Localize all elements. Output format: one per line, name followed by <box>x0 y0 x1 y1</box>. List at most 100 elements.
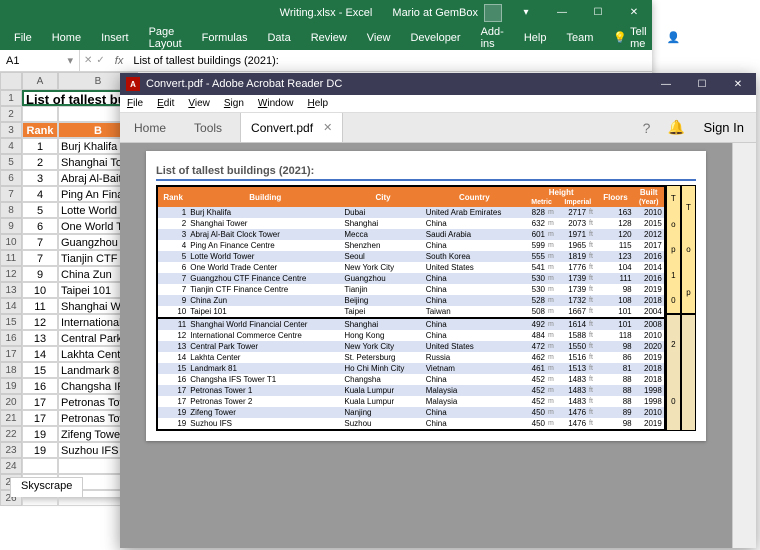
sheet-tab[interactable]: Skyscrape <box>10 477 83 497</box>
ribbon-tab-formulas[interactable]: Formulas <box>192 25 258 50</box>
tab-tools[interactable]: Tools <box>180 113 236 142</box>
row-header[interactable]: 14 <box>0 298 22 314</box>
menu-window[interactable]: Window <box>251 98 301 109</box>
help-icon[interactable]: ? <box>632 113 662 142</box>
close-icon[interactable]: ✕ <box>720 73 756 95</box>
menu-edit[interactable]: Edit <box>150 98 181 109</box>
row-header[interactable]: 23 <box>0 442 22 458</box>
cell[interactable]: 9 <box>22 266 58 282</box>
row-header[interactable]: 17 <box>0 346 22 362</box>
row-header[interactable]: 9 <box>0 218 22 234</box>
cell[interactable]: 17 <box>22 394 58 410</box>
row-header[interactable]: 15 <box>0 314 22 330</box>
fx-icon[interactable]: fx <box>109 55 130 67</box>
cell[interactable]: 4 <box>22 186 58 202</box>
row-header[interactable]: 18 <box>0 362 22 378</box>
menu-view[interactable]: View <box>181 98 217 109</box>
tell-me[interactable]: 💡 Tell me <box>603 25 656 50</box>
acrobat-viewport[interactable]: List of tallest buildings (2021): Rank B… <box>120 143 756 548</box>
row-header[interactable]: 21 <box>0 410 22 426</box>
signin-button[interactable]: Sign In <box>692 113 756 142</box>
row-header[interactable]: 5 <box>0 154 22 170</box>
row-header[interactable]: 6 <box>0 170 22 186</box>
acrobat-tools-pane[interactable] <box>732 143 756 548</box>
row-header[interactable]: 8 <box>0 202 22 218</box>
cell[interactable]: 12 <box>22 314 58 330</box>
cell[interactable] <box>22 458 58 474</box>
cell[interactable]: 3 <box>22 170 58 186</box>
document-tab[interactable]: Convert.pdf ✕ <box>240 113 343 142</box>
row-header[interactable]: 12 <box>0 266 22 282</box>
ribbon-tab-team[interactable]: Team <box>556 25 603 50</box>
row-header[interactable]: 19 <box>0 378 22 394</box>
ribbon-tab-home[interactable]: Home <box>42 25 91 50</box>
cell[interactable]: 13 <box>22 330 58 346</box>
cell[interactable]: Rank <box>22 122 58 138</box>
row-header[interactable]: 4 <box>0 138 22 154</box>
row-header[interactable]: 3 <box>0 122 22 138</box>
pdf-page: List of tallest buildings (2021): Rank B… <box>146 151 706 441</box>
cell[interactable]: 16 <box>22 378 58 394</box>
cell[interactable]: 5 <box>22 202 58 218</box>
select-all[interactable] <box>0 72 22 90</box>
pdf-side-column: Top10 20 <box>666 185 681 431</box>
ribbon-tab-file[interactable]: File <box>4 25 42 50</box>
bell-icon[interactable]: 🔔 <box>662 113 692 142</box>
enter-icon[interactable]: ✓ <box>96 55 104 66</box>
close-icon[interactable]: ✕ <box>616 0 652 25</box>
minimize-icon[interactable]: — <box>544 0 580 25</box>
row-header[interactable]: 7 <box>0 186 22 202</box>
excel-title: Writing.xlsx - Excel <box>280 7 373 19</box>
ribbon-tab-developer[interactable]: Developer <box>400 25 470 50</box>
cell[interactable]: 15 <box>22 362 58 378</box>
cell[interactable]: 6 <box>22 218 58 234</box>
share-button[interactable]: 👤 Share <box>657 25 723 50</box>
row-header[interactable]: 20 <box>0 394 22 410</box>
row-header[interactable]: 13 <box>0 282 22 298</box>
cell[interactable]: 17 <box>22 410 58 426</box>
menu-file[interactable]: File <box>120 98 150 109</box>
menu-sign[interactable]: Sign <box>217 98 251 109</box>
maximize-icon[interactable]: ☐ <box>580 0 616 25</box>
cell[interactable] <box>22 106 58 122</box>
row-header[interactable]: 2 <box>0 106 22 122</box>
close-tab-icon[interactable]: ✕ <box>323 121 332 134</box>
tab-home[interactable]: Home <box>120 113 180 142</box>
cell[interactable]: 11 <box>22 298 58 314</box>
ribbon-tab-add-ins[interactable]: Add-ins <box>471 25 514 50</box>
cell[interactable]: 7 <box>22 250 58 266</box>
table-row: 13Central Park TowerNew York CityUnited … <box>157 341 665 352</box>
excel-user[interactable]: Mario at GemBox <box>392 4 502 22</box>
menu-help[interactable]: Help <box>301 98 336 109</box>
row-header[interactable]: 22 <box>0 426 22 442</box>
row-header[interactable]: 11 <box>0 250 22 266</box>
cell[interactable]: 7 <box>22 234 58 250</box>
cancel-icon[interactable]: ✕ <box>84 55 92 66</box>
ribbon-tab-help[interactable]: Help <box>514 25 557 50</box>
ribbon-options-icon[interactable]: ▾ <box>508 0 544 25</box>
name-box[interactable]: A1▾ <box>0 50 80 71</box>
row-header[interactable]: 10 <box>0 234 22 250</box>
row-header[interactable]: 24 <box>0 458 22 474</box>
ribbon-tab-data[interactable]: Data <box>257 25 300 50</box>
ribbon-tab-page-layout[interactable]: Page Layout <box>139 25 192 50</box>
maximize-icon[interactable]: ☐ <box>684 73 720 95</box>
table-row: 17Petronas Tower 2Kuala LumpurMalaysia45… <box>157 396 665 407</box>
row-header[interactable]: 16 <box>0 330 22 346</box>
ribbon-tab-insert[interactable]: Insert <box>91 25 139 50</box>
table-row: 5Lotte World TowerSeoulSouth Korea555m18… <box>157 251 665 262</box>
cell[interactable]: 2 <box>22 154 58 170</box>
cell[interactable]: 19 <box>22 442 58 458</box>
formula-input[interactable]: List of tallest buildings (2021): <box>129 55 652 67</box>
cell[interactable]: 10 <box>22 282 58 298</box>
cell[interactable]: 19 <box>22 426 58 442</box>
cell[interactable]: 1 <box>22 138 58 154</box>
row-header[interactable]: 1 <box>0 90 22 106</box>
ribbon-tab-review[interactable]: Review <box>301 25 357 50</box>
col-header[interactable]: A <box>22 72 58 90</box>
ribbon-tab-view[interactable]: View <box>357 25 401 50</box>
formula-bar: A1▾ ✕ ✓ fx List of tallest buildings (202… <box>0 50 652 72</box>
minimize-icon[interactable]: — <box>648 73 684 95</box>
cell[interactable]: 14 <box>22 346 58 362</box>
pdf-title: List of tallest buildings (2021): <box>156 165 696 181</box>
